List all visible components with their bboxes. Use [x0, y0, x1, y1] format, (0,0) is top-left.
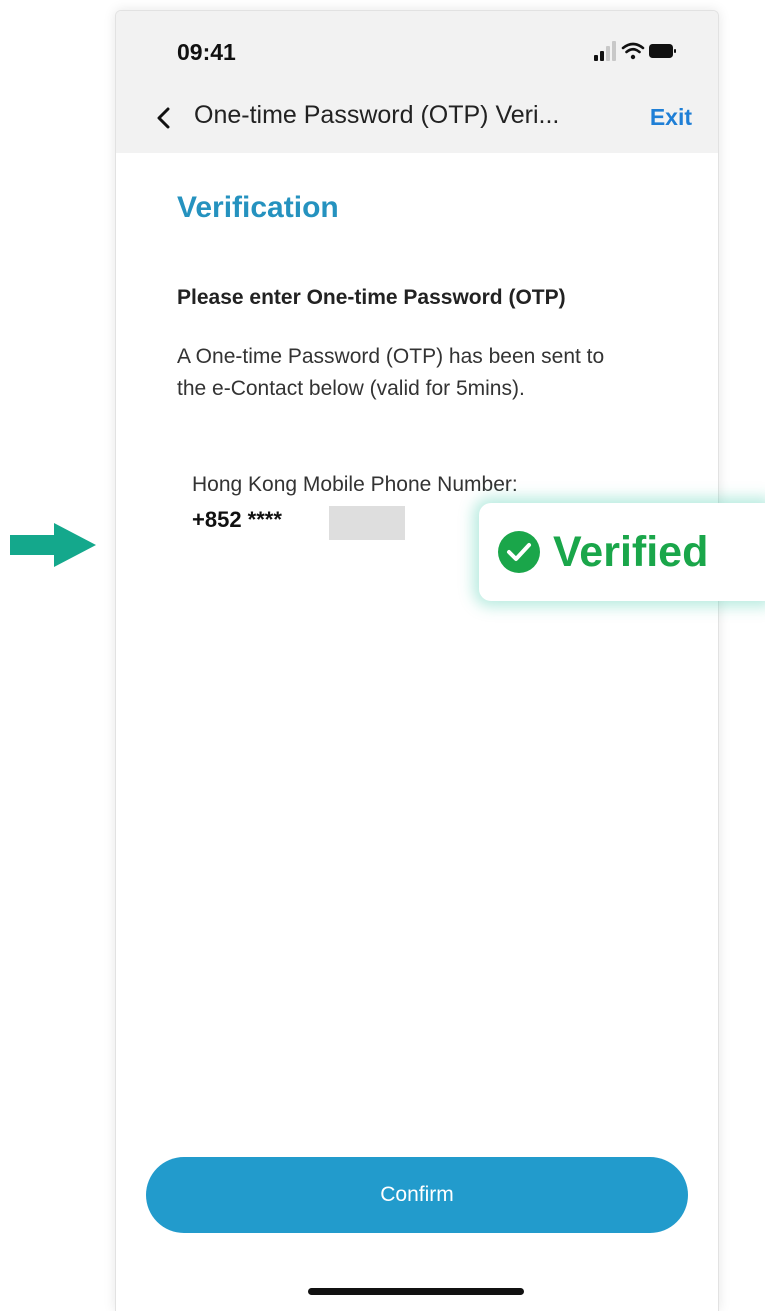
page-title: Verification	[177, 191, 339, 224]
otp-description: A One-time Password (OTP) has been sent …	[177, 345, 605, 400]
confirm-button[interactable]: Confirm	[146, 1157, 688, 1233]
status-time: 09:41	[177, 39, 236, 65]
nav-title: One-time Password (OTP) Veri...	[194, 101, 560, 129]
wifi-icon	[621, 42, 645, 60]
home-indicator	[308, 1288, 524, 1295]
signal-icon	[594, 41, 616, 61]
battery-icon	[649, 44, 676, 58]
status-icons	[594, 41, 676, 61]
verified-badge: Verified	[479, 503, 765, 601]
chevron-left-icon[interactable]	[156, 107, 172, 129]
arrow-right-icon	[10, 523, 96, 567]
phone-number-label: Hong Kong Mobile Phone Number:	[192, 473, 518, 496]
exit-link[interactable]: Exit	[650, 104, 692, 131]
subheading: Please enter One-time Password (OTP)	[177, 286, 566, 309]
top-bar: 09:41 One-time Password (OTP) Veri... Ex…	[116, 11, 718, 153]
phone-screen: 09:41 One-time Password (OTP) Veri... Ex…	[115, 10, 719, 1311]
check-circle-icon	[498, 531, 540, 573]
redacted-digits	[329, 506, 405, 540]
verified-label: Verified	[553, 527, 709, 576]
phone-number-value: +852 ****	[192, 507, 282, 532]
